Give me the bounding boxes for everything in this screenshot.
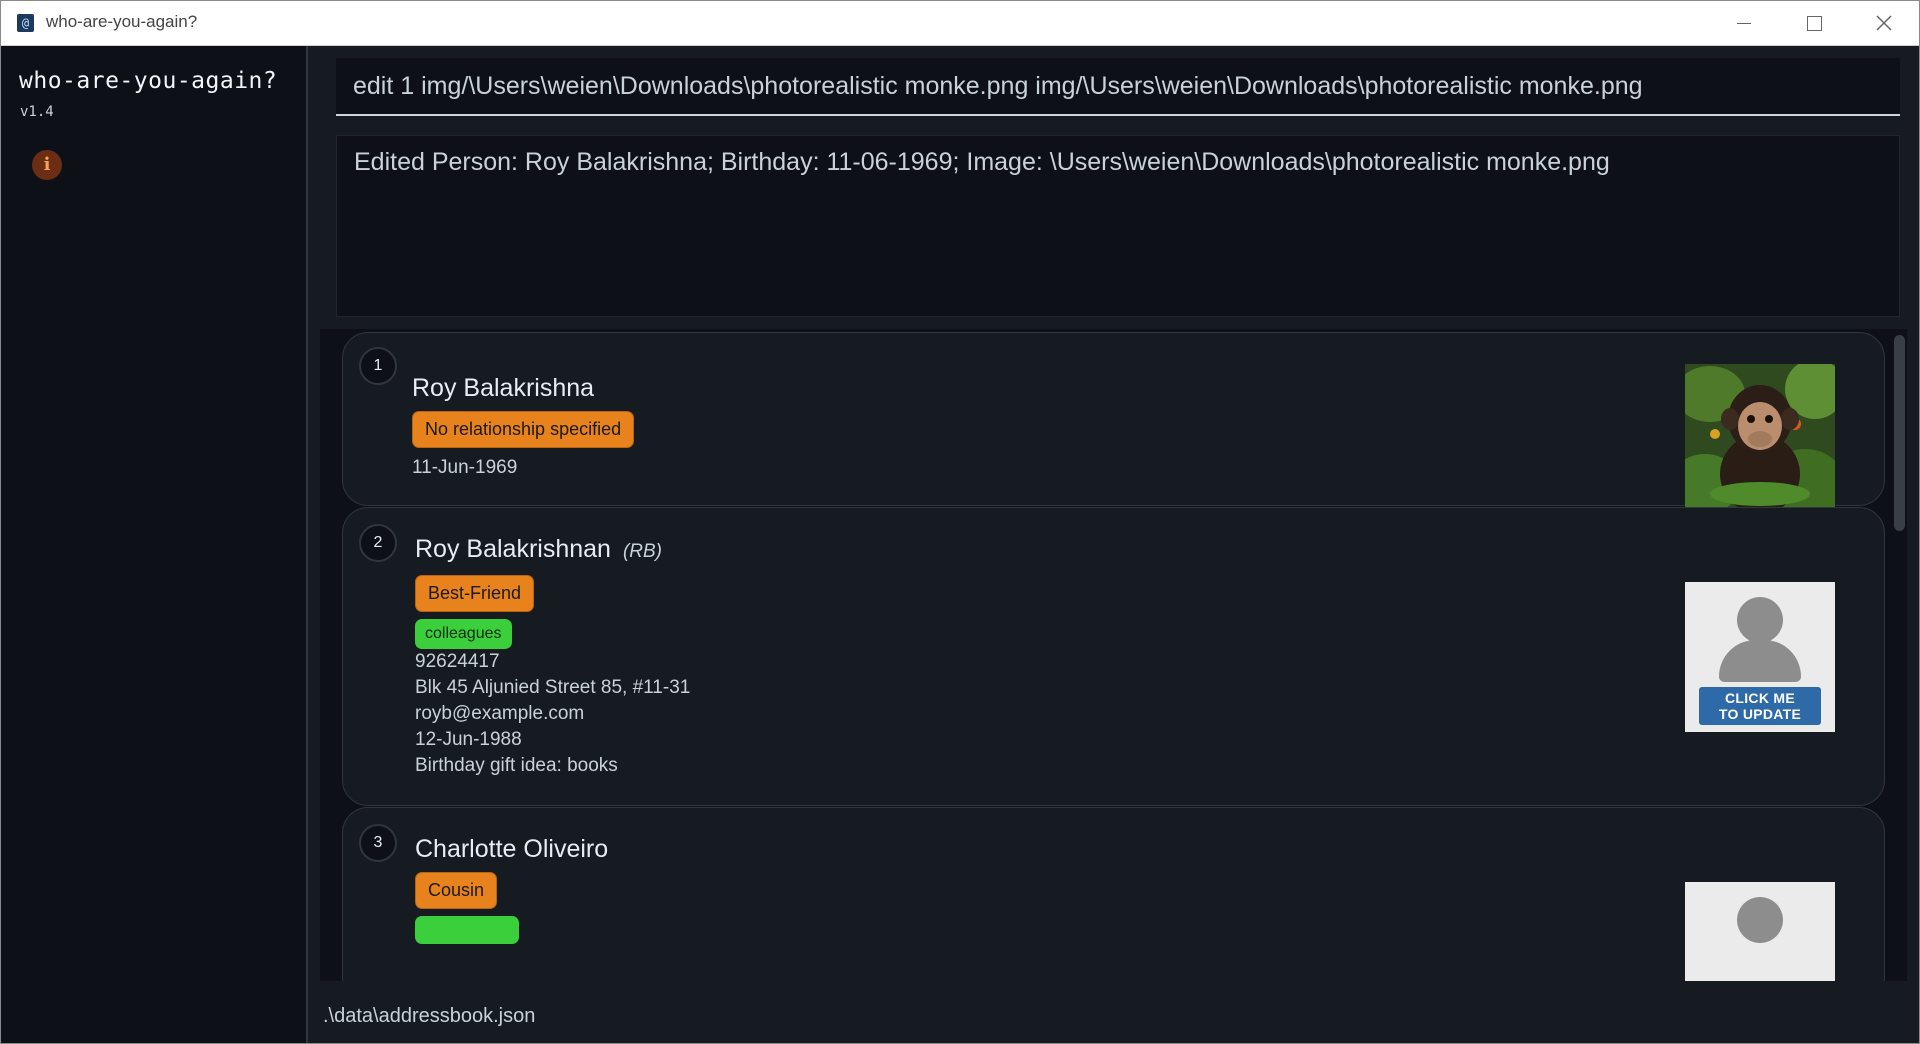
- relationship-tag: Best-Friend: [415, 575, 535, 612]
- person-card[interactable]: 1 Roy Balakrishna No relationship specif…: [342, 332, 1885, 514]
- data-file-path: .\data\addressbook.json: [323, 1005, 536, 1027]
- app-name: who-are-you-again?: [19, 68, 278, 94]
- person-photo[interactable]: [1685, 364, 1835, 514]
- minimize-button[interactable]: [1709, 1, 1779, 45]
- person-name: Charlotte Oliveiro: [415, 835, 609, 863]
- nickname: (RB): [622, 541, 662, 562]
- app-window: @ who-are-you-again? who-are-you-again? …: [0, 0, 1920, 1044]
- main-panel: Edited Person: Roy Balakrishna; Birthday…: [308, 46, 1919, 1043]
- card-body: Roy Balakrishnan (RB) Best-Friend colleag…: [415, 534, 690, 779]
- phone: 92624417: [415, 651, 500, 672]
- maximize-icon: [1806, 15, 1822, 31]
- address: Blk 45 Aljunied Street 85, #11-31: [415, 677, 691, 698]
- maximize-button[interactable]: [1779, 1, 1849, 45]
- relationship-tag: Cousin: [415, 872, 498, 909]
- title-bar[interactable]: @ who-are-you-again?: [1, 1, 1919, 46]
- result-message: Edited Person: Roy Balakrishna; Birthday…: [354, 148, 1610, 176]
- person-name-row: Roy Balakrishnan (RB): [415, 534, 690, 567]
- command-input[interactable]: [336, 58, 1900, 114]
- info-icon[interactable]: i: [32, 150, 62, 180]
- person-card[interactable]: 3 Charlotte Oliveiro Cousin: [342, 807, 1885, 981]
- person-photo-placeholder[interactable]: CLICK ME TO UPDATE: [1685, 582, 1835, 732]
- tag-partial: [415, 916, 519, 944]
- notes: Birthday gift idea: books: [415, 755, 618, 776]
- card-index: 2: [359, 524, 397, 562]
- window-title: who-are-you-again?: [46, 12, 198, 31]
- card-index: 3: [359, 824, 397, 862]
- relationship-tag: No relationship specified: [412, 411, 635, 448]
- minimize-icon: [1737, 22, 1751, 24]
- command-box[interactable]: [336, 58, 1900, 116]
- avatar-head-icon: [1737, 597, 1783, 643]
- card-body: Roy Balakrishna No relationship specifie…: [412, 373, 635, 481]
- card-body: Charlotte Oliveiro Cousin: [415, 834, 608, 948]
- person-photo-placeholder[interactable]: [1685, 882, 1835, 981]
- avatar-body-icon: [1719, 640, 1801, 682]
- status-bar: .\data\addressbook.json: [308, 992, 1919, 1043]
- person-list[interactable]: 1 Roy Balakrishna No relationship specif…: [320, 329, 1907, 981]
- sidebar: who-are-you-again? v1.4 i: [1, 46, 308, 1043]
- avatar-head-icon: [1737, 897, 1783, 943]
- list-scrollbar[interactable]: [1894, 335, 1905, 531]
- app-icon: @: [17, 14, 34, 32]
- tag-colleagues: colleagues: [415, 619, 512, 649]
- birthday: 11-Jun-1969: [412, 457, 518, 478]
- app-version: v1.4: [20, 104, 54, 120]
- email: royb@example.com: [415, 703, 585, 724]
- close-button[interactable]: [1849, 1, 1919, 45]
- card-index: 1: [359, 347, 397, 385]
- birthday: 12-Jun-1988: [415, 729, 522, 750]
- person-name: Roy Balakrishna: [412, 374, 595, 402]
- chimpanzee-photo: [1685, 364, 1835, 514]
- person-name: Roy Balakrishnan: [415, 535, 611, 563]
- result-display: Edited Person: Roy Balakrishna; Birthday…: [336, 135, 1900, 317]
- close-icon: [1876, 15, 1892, 31]
- update-photo-button[interactable]: CLICK ME TO UPDATE: [1699, 687, 1821, 725]
- person-card[interactable]: 2 Roy Balakrishnan (RB) Best-Friend colle…: [342, 507, 1885, 806]
